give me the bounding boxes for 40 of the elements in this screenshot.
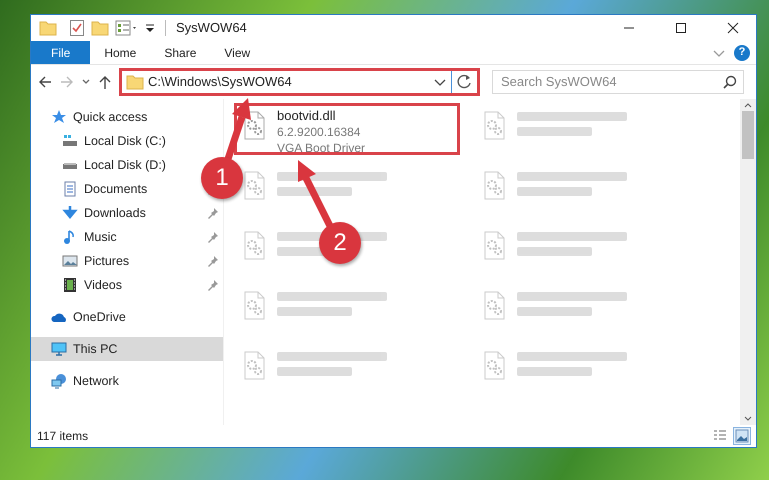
nav-item[interactable]: Local Disk (C:)	[31, 129, 189, 153]
network-icon	[51, 373, 67, 389]
item-count: 117 items	[37, 428, 88, 445]
nav-item[interactable]: Videos	[31, 273, 189, 297]
picture-icon	[62, 253, 78, 269]
checklist-icon[interactable]	[69, 19, 85, 37]
file-item[interactable]: bootvid.dll 6.2.9200.16384 VGA Boot Driver	[234, 103, 460, 155]
computer-icon	[51, 341, 67, 357]
drive-icon	[62, 133, 78, 149]
nav-item[interactable]: Downloads	[31, 201, 189, 225]
folder-icon	[126, 73, 144, 91]
ribbon-tab[interactable]: Home	[90, 41, 150, 64]
up-arrow-icon[interactable]	[97, 74, 113, 90]
back-arrow-icon[interactable]	[37, 74, 53, 90]
film-icon	[62, 277, 78, 293]
download-arrow-icon	[62, 205, 78, 221]
window-title: SysWOW64	[176, 19, 247, 38]
help-button[interactable]: ?	[734, 44, 750, 60]
nav-item[interactable]: This PC	[31, 337, 223, 361]
nav-item[interactable]: Music	[31, 225, 189, 249]
document-icon	[62, 181, 78, 197]
ribbon-tab[interactable]: View	[210, 41, 264, 64]
ribbon-tab[interactable]: Share	[150, 41, 210, 64]
search-icon	[723, 75, 737, 89]
nav-item[interactable]: Documents	[31, 177, 189, 201]
large-icons-view-icon[interactable]	[734, 428, 750, 444]
search-field[interactable]: Search SysWOW64	[492, 70, 744, 94]
nav-item[interactable]: Pictures	[31, 249, 189, 273]
star-icon	[51, 109, 67, 125]
maximize-icon[interactable]	[675, 22, 687, 34]
address-field[interactable]: C:\Windows\SysWOW64	[119, 68, 480, 96]
nav-item[interactable]: Local Disk (D:)	[31, 153, 189, 177]
nav-item[interactable]: Network	[31, 369, 223, 393]
ribbon-tab[interactable]: File	[31, 41, 90, 64]
scrollbar-thumb[interactable]	[742, 111, 754, 159]
nav-item[interactable]: OneDrive	[31, 305, 223, 329]
close-icon[interactable]	[727, 22, 739, 34]
address-path: C:\Windows\SysWOW64	[148, 73, 293, 92]
nav-item[interactable]: Quick access	[31, 105, 223, 129]
properties-icon[interactable]	[115, 19, 139, 37]
